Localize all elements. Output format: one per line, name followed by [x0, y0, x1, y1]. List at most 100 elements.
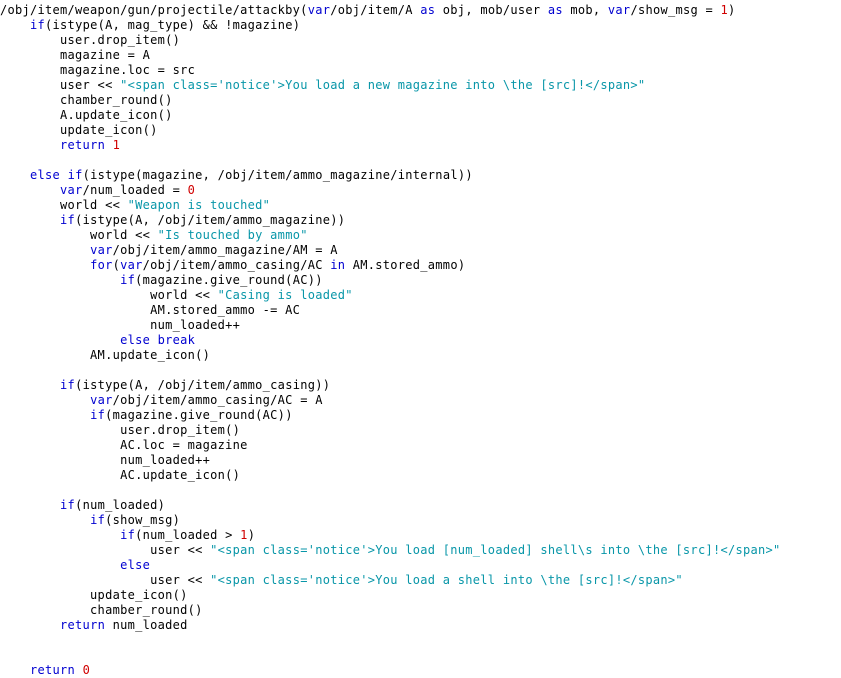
code-line: AC.loc = magazine	[0, 438, 248, 453]
code-number: 0	[187, 183, 196, 197]
code-text: update_icon()	[0, 123, 158, 137]
code-line: var/obj/item/ammo_magazine/AM = A	[0, 243, 338, 258]
code-text: user <<	[0, 543, 211, 557]
code-text: magazine = A	[0, 48, 151, 62]
code-text: (show_msg)	[105, 513, 181, 527]
code-editor-view[interactable]: /obj/item/weapon/gun/projectile/attackby…	[0, 0, 841, 677]
code-text: world <<	[0, 288, 218, 302]
code-line: return 0	[0, 663, 90, 678]
code-keyword: return	[60, 618, 106, 632]
code-string: "<span class='notice'>You load [num_load…	[210, 543, 781, 557]
code-line: var/obj/item/ammo_casing/AC = A	[0, 393, 323, 408]
code-keyword: as	[547, 3, 563, 17]
code-number: 1	[720, 3, 729, 17]
code-text: (	[112, 258, 121, 272]
code-keyword: var	[90, 393, 113, 407]
code-text: /obj/item/ammo_magazine/AM = A	[112, 243, 338, 257]
code-line: if(istype(A, /obj/item/ammo_magazine))	[0, 213, 345, 228]
code-keyword: return	[30, 663, 76, 677]
code-line: world << "Casing is loaded"	[0, 288, 353, 303]
code-line: if(istype(A, mag_type) && !magazine)	[0, 18, 300, 33]
code-text: (magazine.give_round(AC))	[105, 408, 293, 422]
code-text: (istype(A, /obj/item/ammo_casing))	[75, 378, 331, 392]
code-line: user.drop_item()	[0, 423, 240, 438]
code-string: "<span class='notice'>You load a new mag…	[120, 78, 646, 92]
code-keyword: var	[307, 3, 331, 17]
code-text: /obj/item/ammo_casing/AC = A	[112, 393, 323, 407]
code-number: 0	[82, 663, 91, 677]
code-string: "Is touched by ammo"	[157, 228, 308, 242]
code-line: else break	[0, 333, 195, 348]
code-text: mob,	[562, 3, 608, 17]
code-text: )	[728, 3, 736, 17]
code-text: user <<	[0, 78, 121, 92]
code-line: num_loaded++	[0, 453, 210, 468]
code-keyword: if	[60, 378, 76, 392]
code-keyword: var	[607, 3, 631, 17]
code-keyword: as	[420, 3, 436, 17]
code-text: user.drop_item()	[0, 423, 241, 437]
code-line: if(show_msg)	[0, 513, 180, 528]
code-text: world <<	[0, 228, 158, 242]
code-text: (istype(A, mag_type) && !magazine)	[45, 18, 301, 32]
code-line: world << "Weapon is touched"	[0, 198, 270, 213]
code-line: update_icon()	[0, 588, 188, 603]
code-text: user <<	[0, 573, 211, 587]
code-text: )	[247, 528, 256, 542]
code-keyword: if	[90, 513, 106, 527]
code-text: A.update_icon()	[0, 108, 173, 122]
code-keyword: var	[120, 258, 143, 272]
code-line: /obj/item/weapon/gun/projectile/attackby…	[0, 3, 736, 18]
code-text: world <<	[0, 198, 128, 212]
code-text: chamber_round()	[0, 603, 203, 617]
code-line: return 1	[0, 138, 120, 153]
code-text: /show_msg =	[630, 3, 721, 17]
code-line: if(num_loaded > 1)	[0, 528, 255, 543]
code-keyword: if	[120, 273, 136, 287]
code-text: AC.loc = magazine	[0, 438, 248, 452]
code-keyword: if	[90, 408, 106, 422]
code-keyword: if	[67, 168, 83, 182]
code-keyword: in	[330, 258, 346, 272]
code-line: else if(istype(magazine, /obj/item/ammo_…	[0, 168, 473, 183]
code-line: user << "<span class='notice'>You load a…	[0, 573, 683, 588]
code-text: (istype(A, /obj/item/ammo_magazine))	[75, 213, 346, 227]
code-text: update_icon()	[0, 588, 188, 602]
code-line: user << "<span class='notice'>You load a…	[0, 78, 645, 93]
code-keyword: else	[30, 168, 61, 182]
code-line: chamber_round()	[0, 93, 173, 108]
code-line: num_loaded++	[0, 318, 240, 333]
code-line: AC.update_icon()	[0, 468, 240, 483]
code-line: magazine.loc = src	[0, 63, 195, 78]
code-text: /obj/item/weapon/gun/projectile/attackby…	[0, 3, 308, 17]
code-text: magazine.loc = src	[0, 63, 196, 77]
code-keyword: if	[60, 498, 76, 512]
code-text: AM.update_icon()	[0, 348, 211, 362]
code-text: /num_loaded =	[82, 183, 188, 197]
code-text: AM.stored_ammo -= AC	[0, 303, 301, 317]
code-line: if(magazine.give_round(AC))	[0, 273, 323, 288]
code-line: if(num_loaded)	[0, 498, 165, 513]
code-line: world << "Is touched by ammo"	[0, 228, 308, 243]
code-line: magazine = A	[0, 48, 150, 63]
code-text: AM.stored_ammo)	[345, 258, 466, 272]
